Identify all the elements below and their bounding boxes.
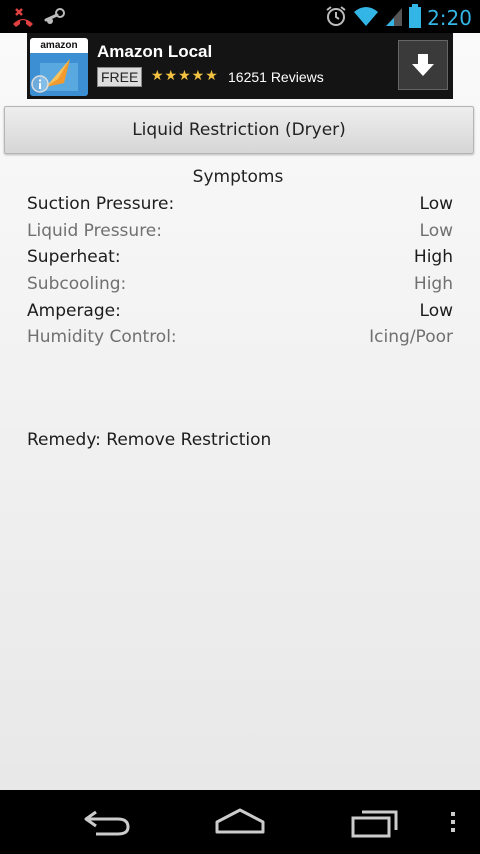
symptom-row-suction-pressure: Suction Pressure: Low — [27, 191, 453, 218]
symptom-value: Low — [419, 220, 453, 241]
ad-review-count: 16251 Reviews — [228, 69, 324, 85]
symptom-value: Low — [419, 300, 453, 321]
steam-icon — [44, 6, 66, 32]
symptom-row-superheat: Superheat: High — [27, 244, 453, 271]
ad-download-button[interactable] — [398, 40, 448, 90]
status-bar: 2:20 — [0, 0, 480, 33]
missed-call-icon — [10, 6, 36, 32]
battery-icon — [409, 4, 422, 32]
ad-info-icon[interactable] — [31, 75, 49, 97]
alarm-icon — [325, 5, 347, 31]
symptom-label: Superheat: — [27, 247, 121, 268]
symptom-label: Subcooling: — [27, 274, 127, 295]
ad-title: Amazon Local — [97, 42, 213, 61]
symptom-row-amperage: Amperage: Low — [27, 298, 453, 325]
symptoms-heading: Symptoms — [192, 167, 284, 187]
symptom-row-liquid-pressure: Liquid Pressure: Low — [27, 218, 453, 245]
symptom-row-subcooling: Subcooling: High — [27, 271, 453, 298]
symptom-value: High — [413, 274, 453, 295]
app-content: amazon Amazon Local FREE ★★★★★ 16251 Rev… — [0, 33, 480, 790]
symptom-label: Amperage: — [27, 300, 121, 321]
symptom-value: High — [413, 247, 453, 268]
symptom-label: Suction Pressure: — [27, 194, 175, 214]
ad-banner[interactable]: amazon Amazon Local FREE ★★★★★ 16251 Rev… — [27, 33, 453, 99]
ad-price-badge: FREE — [97, 67, 143, 87]
symptom-value: Icing/Poor — [369, 327, 453, 348]
ad-rating-stars: ★★★★★ — [151, 68, 219, 84]
recent-apps-icon[interactable] — [350, 804, 400, 844]
symptom-label: Liquid Pressure: — [27, 220, 162, 241]
signal-icon — [385, 5, 403, 31]
symptom-value: Low — [419, 194, 453, 214]
status-time: 2:20 — [427, 6, 472, 30]
problem-title-button[interactable]: Liquid Restriction (Dryer) — [4, 106, 474, 154]
notification-icons — [10, 6, 66, 32]
wifi-icon — [353, 5, 379, 31]
ad-brand-text: amazon — [30, 38, 88, 53]
download-arrow-icon — [412, 54, 434, 76]
symptom-row-humidity-control: Humidity Control: Icing/Poor — [27, 324, 453, 351]
symptoms-list: Suction Pressure: Low Liquid Pressure: L… — [27, 191, 453, 351]
home-icon[interactable] — [214, 804, 266, 844]
symptom-label: Humidity Control: — [27, 327, 177, 348]
system-icons: 2:20 — [325, 4, 472, 32]
navigation-bar — [0, 790, 480, 854]
overflow-menu-icon[interactable] — [448, 804, 458, 844]
back-icon[interactable] — [82, 804, 132, 844]
remedy-text: Remedy: Remove Restriction — [27, 430, 272, 450]
